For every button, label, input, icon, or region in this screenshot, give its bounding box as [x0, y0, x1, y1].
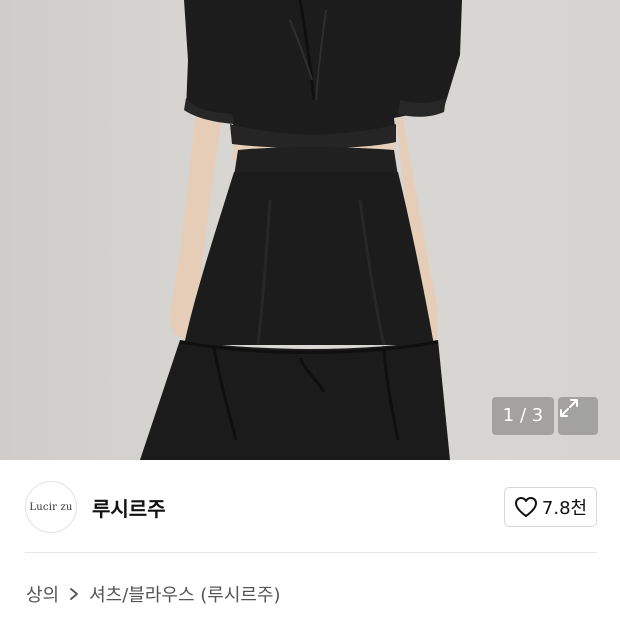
like-count: 7.8천 — [541, 498, 588, 519]
chevron-right-icon — [69, 587, 79, 601]
image-counter: 1 / 3 — [492, 397, 554, 435]
breadcrumb: 상의 셔츠/블라우스 (루시르주) — [26, 580, 281, 608]
product-image[interactable]: 1 / 3 — [0, 0, 620, 460]
expand-button[interactable] — [558, 397, 598, 435]
breadcrumb-subcategory[interactable]: 셔츠/블라우스 (루시르주) — [89, 581, 280, 607]
product-page: 1 / 3 Lucir zu 루시르주 7.8천 상의 셔츠/블라우스 (루시르… — [0, 0, 620, 620]
breadcrumb-category[interactable]: 상의 — [26, 581, 59, 607]
heart-icon — [514, 497, 537, 517]
brand-name[interactable]: 루시르주 — [92, 493, 166, 522]
brand-logo[interactable]: Lucir zu — [25, 481, 77, 533]
brand-row: Lucir zu 루시르주 7.8천 — [25, 481, 597, 533]
expand-icon — [560, 399, 578, 417]
brand-logo-text: Lucir zu — [29, 501, 73, 513]
product-photo-illustration — [140, 0, 462, 460]
like-button[interactable]: 7.8천 — [504, 487, 597, 527]
divider — [25, 552, 597, 553]
